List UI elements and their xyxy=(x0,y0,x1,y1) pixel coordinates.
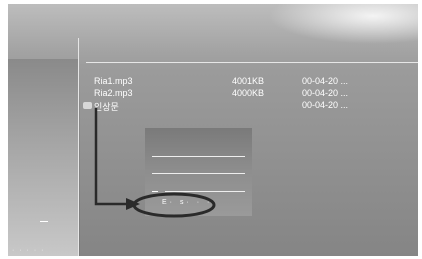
callout-overlay xyxy=(94,108,216,218)
highlight-ellipse xyxy=(132,192,216,218)
callout-line xyxy=(94,108,128,206)
